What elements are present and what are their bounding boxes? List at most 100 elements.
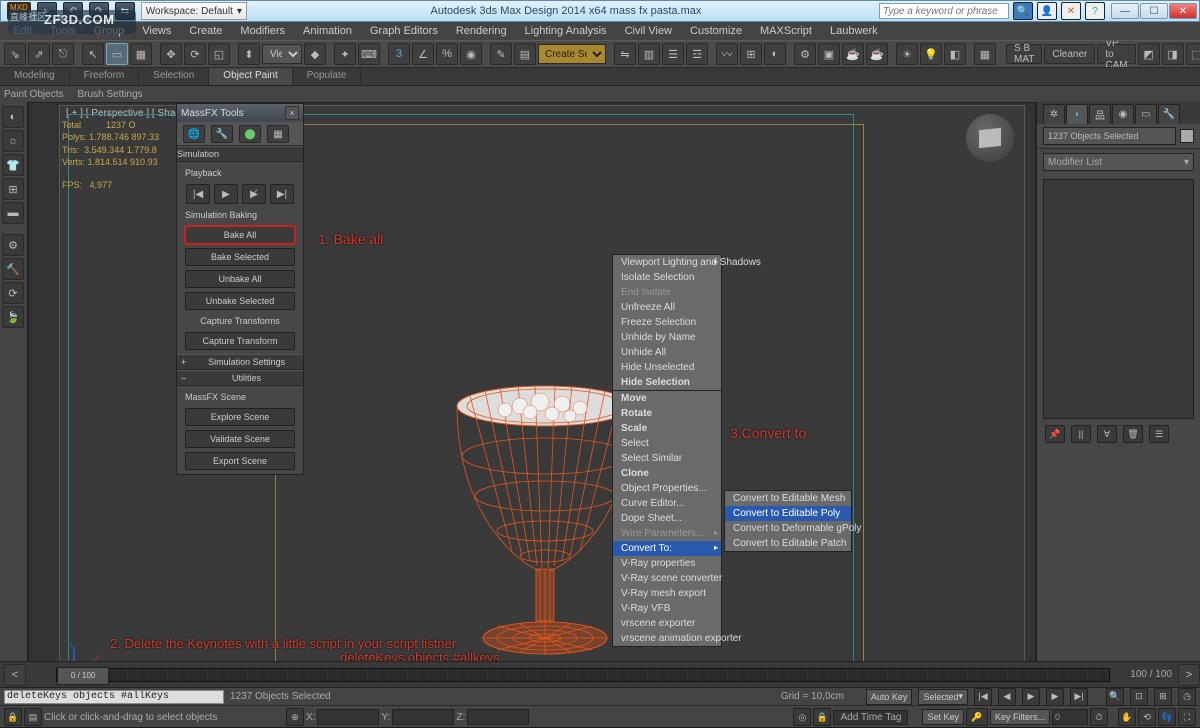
make-unique-icon[interactable]: ∀ [1097,425,1117,443]
vr-icon[interactable]: ▦ [974,43,996,65]
ribbon-tab-objectpaint[interactable]: Object Paint [209,68,292,85]
massfx-tab-world[interactable]: 🌐 [183,125,205,143]
help-search-input[interactable] [879,3,1009,19]
menu-edit[interactable]: Edit [4,23,41,39]
cleaner-button[interactable]: Cleaner [1044,44,1095,64]
ctx-unhidebyname[interactable]: Unhide by Name [613,330,721,345]
ctx-objprops[interactable]: Object Properties... [613,481,721,496]
menu-group[interactable]: Group [85,23,134,39]
validate-scene-button[interactable]: Validate Scene [185,430,295,448]
ctx-select[interactable]: Select [613,436,721,451]
infocenter-search-icon[interactable]: 🔍 [1013,2,1033,20]
custom-icon-2[interactable]: ◨ [1162,43,1184,65]
time-next-icon[interactable]: > [1178,664,1200,686]
ribbon-sub-brush[interactable]: Brush Settings [77,89,142,100]
step-icon[interactable]: ▶| [270,184,294,204]
ribbon-sub-paint[interactable]: Paint Objects [4,89,63,100]
next-frame-icon[interactable]: ▶ [1046,688,1064,706]
ctx-hideunsel[interactable]: Hide Unselected [613,360,721,375]
ctx-curveeditor[interactable]: Curve Editor... [613,496,721,511]
ctx-end-isolate[interactable]: End Isolate [613,285,721,300]
ctx-scale[interactable]: Scale [613,421,721,436]
ribbon-tab-populate[interactable]: Populate [293,68,361,85]
explore-scene-button[interactable]: Explore Scene [185,408,295,426]
menu-grapheditors[interactable]: Graph Editors [361,23,447,39]
coord-x-input[interactable] [317,709,379,725]
select-icon[interactable]: ↖ [82,43,104,65]
ctx-viewport-lighting[interactable]: Viewport Lighting and Shadows [613,255,721,270]
menu-lighting[interactable]: Lighting Analysis [516,23,616,39]
nav-fov-icon[interactable]: ◷ [1178,688,1196,706]
ctx-vraymesh[interactable]: V-Ray mesh export [613,586,721,601]
qat-redo-icon[interactable]: ↷ [89,2,109,20]
hammer-icon[interactable]: 🔨 [2,258,24,280]
render-icon[interactable]: ☕ [842,43,864,65]
manip-icon[interactable]: ✦ [334,43,356,65]
viewport[interactable]: [ + ] [ Perspective ] [ Shaded + Edged F… [59,105,1025,684]
light-preview-icon[interactable]: ☼ [2,130,24,152]
ctx-freeze[interactable]: Freeze Selection [613,315,721,330]
custom-icon-3[interactable]: ⬚ [1186,43,1200,65]
nav-zoom-icon[interactable]: 🔍 [1106,688,1124,706]
keymode-combo[interactable]: Selected ▾ [918,689,968,705]
massfx-tab-display[interactable]: ▦ [267,125,289,143]
nav-orbit-icon[interactable]: ⟲ [1138,708,1156,726]
menu-civilview[interactable]: Civil View [616,23,681,39]
sphere-icon[interactable]: ◐ [2,106,24,128]
vptocam-button[interactable]: VP to CAM [1097,44,1135,64]
render-prod-icon[interactable]: ☕ [866,43,888,65]
qat-undo-icon[interactable]: ↶ [63,2,83,20]
cmd-tab-hierarchy[interactable]: 品 [1089,104,1111,124]
maximize-button[interactable]: ☐ [1140,3,1168,19]
ctx-conv-patch[interactable]: Convert to Editable Patch [725,536,851,551]
ctx-dopesheet[interactable]: Dope Sheet... [613,511,721,526]
ctx-hideselection[interactable]: Hide Selection [613,375,721,390]
ribbon-icon[interactable]: ⊞ [2,178,24,200]
modifier-list-combo[interactable]: Modifier List ▾ [1043,153,1194,171]
close-button[interactable]: ✕ [1169,3,1197,19]
leaf-icon[interactable]: 🍃 [2,306,24,328]
cmd-tab-create[interactable]: ✲ [1043,104,1065,124]
custom-icon-1[interactable]: ◩ [1138,43,1160,65]
ctx-conv-gpoly[interactable]: Convert to Deformable gPoly [725,521,851,536]
play-icon[interactable]: ▶ [214,184,238,204]
ctx-conv-poly[interactable]: Convert to Editable Poly [725,506,851,521]
script-out-icon[interactable]: ▤ [24,708,42,726]
qat-link-icon[interactable]: ⇆ [115,2,135,20]
menu-tools[interactable]: Tools [41,23,85,39]
nav-zoomext-icon[interactable]: ⊞ [1154,688,1172,706]
menu-views[interactable]: Views [133,23,180,39]
time-slider-handle[interactable]: 0 / 100 [57,667,109,685]
maxscript-listener-input[interactable] [4,690,224,704]
massfx-tab-sim[interactable]: ⬤ [239,125,261,143]
goto-start-icon[interactable]: |◀ [974,688,992,706]
ribbon-tab-freeform[interactable]: Freeform [70,68,140,85]
ref-coord-combo[interactable]: View [262,44,302,64]
rotate-icon[interactable]: ⟳ [184,43,206,65]
ctx-wireparams[interactable]: Wire Parameters... [613,526,721,541]
color-swatch[interactable] [1180,129,1194,143]
ribbon-tab-selection[interactable]: Selection [139,68,209,85]
massfx-titlebar[interactable]: MassFX Tools × [177,104,303,122]
nav-zoomall-icon[interactable]: ⊡ [1130,688,1148,706]
link-icon[interactable]: ⇘ [4,43,26,65]
floor-icon[interactable]: ▬ [2,202,24,224]
coord-y-input[interactable] [392,709,454,725]
shirt-icon[interactable]: 👕 [2,154,24,176]
remove-mod-icon[interactable]: 🗑 [1123,425,1143,443]
curve-editor-icon[interactable]: 〰 [716,43,738,65]
context-menu-lower[interactable]: Move Rotate Scale Select Select Similar … [612,390,722,647]
lock-selection-icon[interactable]: 🔒 [4,708,22,726]
unbake-selected-button[interactable]: Unbake Selected [185,292,295,310]
time-config-icon-2[interactable]: ⏱ [1090,708,1108,726]
signin-icon[interactable]: 👤 [1037,2,1057,20]
rewind-icon[interactable]: |◀ [186,184,210,204]
gear-icon[interactable]: ⚙ [2,234,24,256]
pivot-icon[interactable]: ◆ [304,43,326,65]
qat-new-icon[interactable]: ▸ [37,2,57,20]
ctx-convert-to[interactable]: Convert To: [613,541,721,556]
ctx-conv-mesh[interactable]: Convert to Editable Mesh [725,491,851,506]
nav-pan-icon[interactable]: ✋ [1118,708,1136,726]
pseudo-color-icon[interactable]: ◧ [944,43,966,65]
named-sel-edit-icon[interactable]: ✎ [490,43,512,65]
